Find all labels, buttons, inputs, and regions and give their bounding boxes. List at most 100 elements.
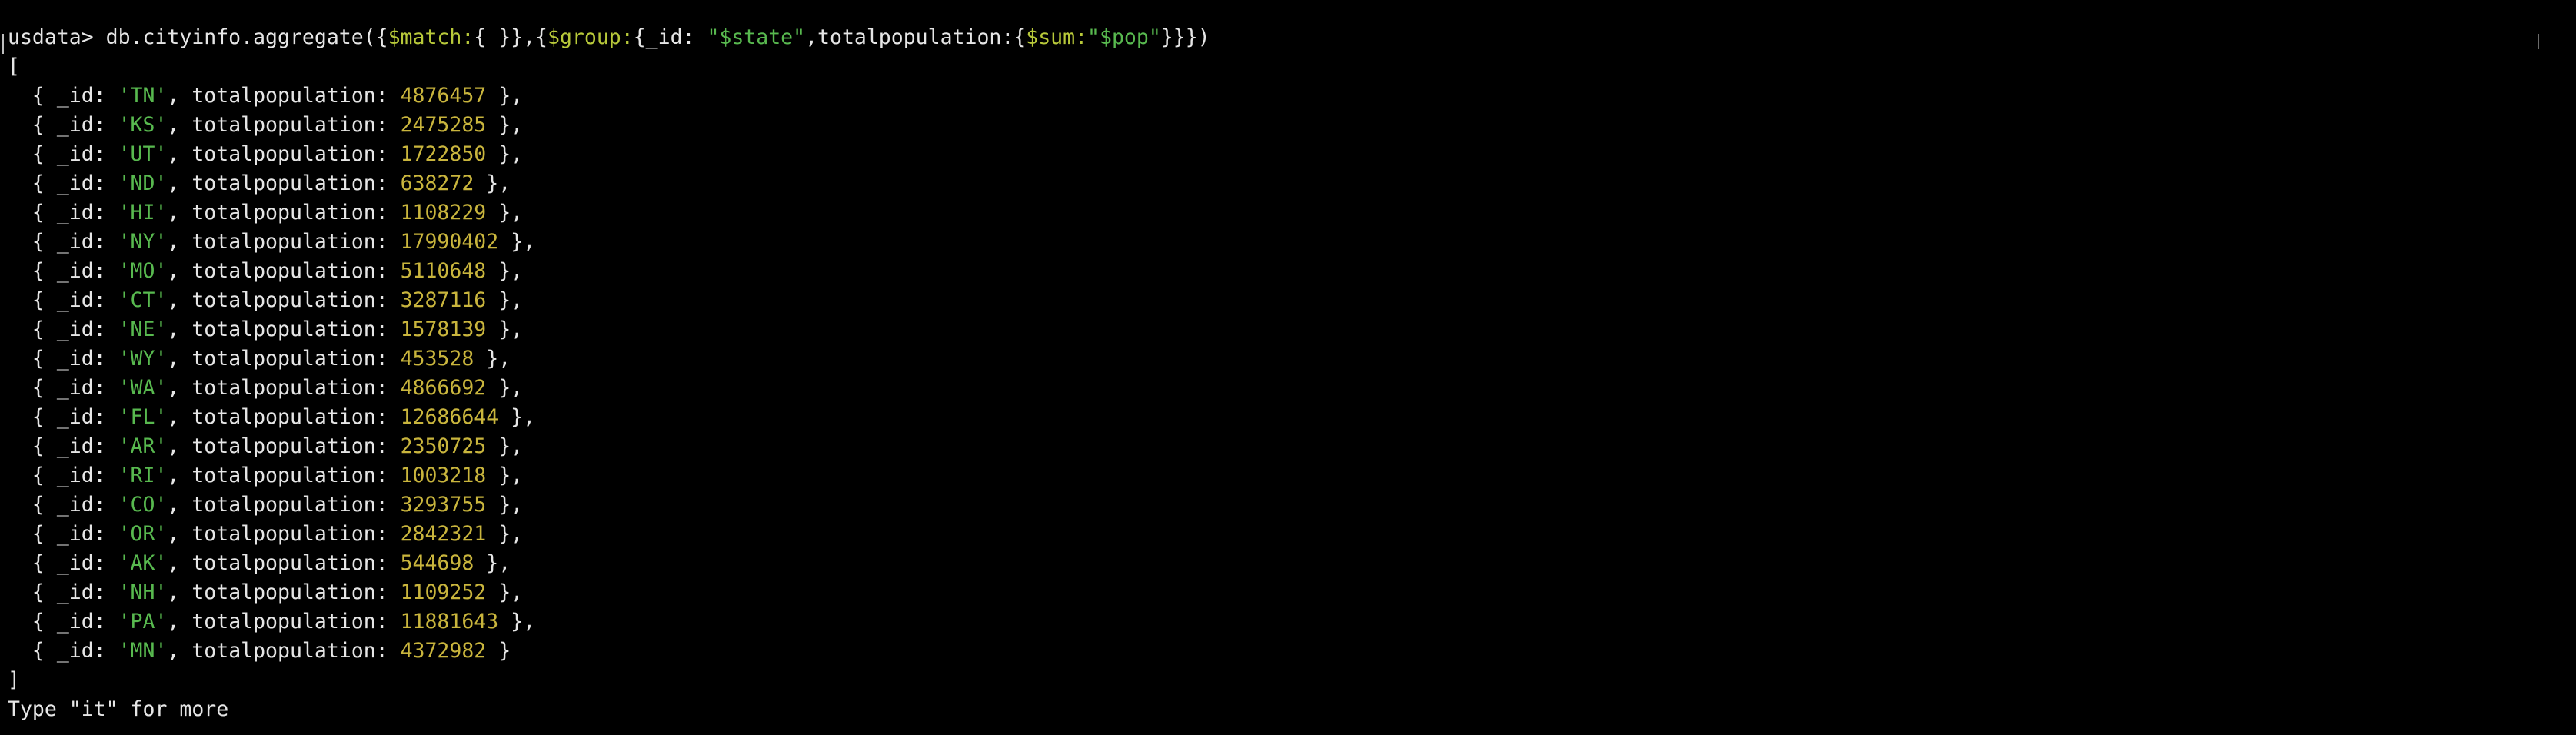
- row-key: , totalpopulation:: [167, 201, 401, 224]
- population-value: 2350725: [400, 434, 487, 458]
- row-suffix: }: [486, 639, 511, 663]
- row-suffix: },: [486, 318, 524, 341]
- more-hint: Type "it" for more: [8, 697, 229, 721]
- command-part: {_id:: [633, 25, 707, 49]
- population-value: 11881643: [400, 610, 499, 634]
- state-id: 'OR': [118, 522, 168, 546]
- state-id: 'NY': [118, 230, 168, 254]
- prompt: usdata>: [8, 25, 94, 49]
- close-bracket: ]: [8, 668, 20, 692]
- population-value: 1578139: [400, 318, 487, 341]
- population-value: 2842321: [400, 522, 487, 546]
- row-prefix: { _id:: [8, 171, 118, 195]
- result-row: { _id: 'MO', totalpopulation: 5110648 },: [8, 257, 2545, 286]
- state-id: 'NH': [118, 580, 168, 604]
- row-key: , totalpopulation:: [167, 142, 401, 166]
- result-row: { _id: 'AR', totalpopulation: 2350725 },: [8, 432, 2545, 461]
- row-key: , totalpopulation:: [167, 171, 401, 195]
- state-id: 'NE': [118, 318, 168, 341]
- cursor-bar: [2, 34, 4, 54]
- row-suffix: },: [498, 230, 536, 254]
- result-row: { _id: 'PA', totalpopulation: 11881643 }…: [8, 607, 2545, 637]
- row-suffix: },: [486, 376, 524, 400]
- command-part: }}}): [1160, 25, 1210, 49]
- population-value: 4866692: [400, 376, 487, 400]
- population-value: 3287116: [400, 288, 487, 312]
- state-id: 'UT': [118, 142, 168, 166]
- row-key: , totalpopulation:: [167, 434, 401, 458]
- population-value: 544698: [400, 551, 474, 575]
- state-id: 'HI': [118, 201, 168, 224]
- row-key: , totalpopulation:: [167, 639, 401, 663]
- terminal-output[interactable]: usdata> db.cityinfo.aggregate({$match:{ …: [8, 23, 2545, 724]
- pop-string: "$pop": [1087, 25, 1161, 49]
- row-prefix: { _id:: [8, 259, 118, 283]
- row-key: , totalpopulation:: [167, 464, 401, 487]
- row-prefix: { _id:: [8, 434, 118, 458]
- row-suffix: },: [486, 84, 524, 108]
- row-key: , totalpopulation:: [167, 259, 401, 283]
- row-prefix: { _id:: [8, 522, 118, 546]
- row-prefix: { _id:: [8, 201, 118, 224]
- population-value: 12686644: [400, 405, 499, 429]
- row-suffix: },: [486, 493, 524, 517]
- result-row: { _id: 'KS', totalpopulation: 2475285 },: [8, 111, 2545, 140]
- result-row: { _id: 'ND', totalpopulation: 638272 },: [8, 169, 2545, 198]
- row-key: , totalpopulation:: [167, 610, 401, 634]
- row-key: , totalpopulation:: [167, 318, 401, 341]
- row-suffix: },: [474, 171, 511, 195]
- state-id: 'CO': [118, 493, 168, 517]
- row-prefix: { _id:: [8, 405, 118, 429]
- state-id: 'AK': [118, 551, 168, 575]
- population-value: 5110648: [400, 259, 487, 283]
- result-row: { _id: 'TN', totalpopulation: 4876457 },: [8, 81, 2545, 111]
- row-prefix: { _id:: [8, 580, 118, 604]
- row-suffix: },: [486, 259, 524, 283]
- row-prefix: { _id:: [8, 493, 118, 517]
- result-row: { _id: 'RI', totalpopulation: 1003218 },: [8, 461, 2545, 491]
- result-row: { _id: 'AK', totalpopulation: 544698 },: [8, 549, 2545, 578]
- state-id: 'WY': [118, 347, 168, 371]
- result-row: { _id: 'HI', totalpopulation: 1108229 },: [8, 198, 2545, 228]
- row-prefix: { _id:: [8, 142, 118, 166]
- row-prefix: { _id:: [8, 288, 118, 312]
- population-value: 1003218: [400, 464, 487, 487]
- result-row: { _id: 'UT', totalpopulation: 1722850 },: [8, 140, 2545, 169]
- population-value: 1109252: [400, 580, 487, 604]
- row-suffix: },: [498, 610, 536, 634]
- row-suffix: },: [486, 288, 524, 312]
- result-row: { _id: 'NE', totalpopulation: 1578139 },: [8, 315, 2545, 344]
- result-row: { _id: 'WA', totalpopulation: 4866692 },: [8, 374, 2545, 403]
- state-id: 'CT': [118, 288, 168, 312]
- population-value: 453528: [400, 347, 474, 371]
- result-row: { _id: 'CT', totalpopulation: 3287116 },: [8, 286, 2545, 315]
- command-part: ,totalpopulation:{: [805, 25, 1027, 49]
- row-prefix: { _id:: [8, 610, 118, 634]
- state-id: 'RI': [118, 464, 168, 487]
- result-row: { _id: 'FL', totalpopulation: 12686644 }…: [8, 403, 2545, 432]
- state-id: 'ND': [118, 171, 168, 195]
- row-prefix: { _id:: [8, 113, 118, 137]
- population-value: 3293755: [400, 493, 487, 517]
- row-suffix: },: [486, 201, 524, 224]
- row-key: , totalpopulation:: [167, 347, 401, 371]
- row-key: , totalpopulation:: [167, 113, 401, 137]
- command-part: { }},{: [474, 25, 548, 49]
- row-key: , totalpopulation:: [167, 493, 401, 517]
- row-suffix: },: [486, 113, 524, 137]
- row-prefix: { _id:: [8, 464, 118, 487]
- row-key: , totalpopulation:: [167, 288, 401, 312]
- row-key: , totalpopulation:: [167, 84, 401, 108]
- row-prefix: { _id:: [8, 84, 118, 108]
- row-suffix: },: [486, 522, 524, 546]
- command-part: db.cityinfo.aggregate({: [93, 25, 388, 49]
- row-key: , totalpopulation:: [167, 580, 401, 604]
- state-id: 'MN': [118, 639, 168, 663]
- row-suffix: },: [486, 464, 524, 487]
- row-key: , totalpopulation:: [167, 522, 401, 546]
- row-suffix: },: [486, 434, 524, 458]
- open-bracket: [: [8, 55, 20, 78]
- row-prefix: { _id:: [8, 230, 118, 254]
- state-id: 'TN': [118, 84, 168, 108]
- command-line[interactable]: usdata> db.cityinfo.aggregate({$match:{ …: [8, 23, 2545, 52]
